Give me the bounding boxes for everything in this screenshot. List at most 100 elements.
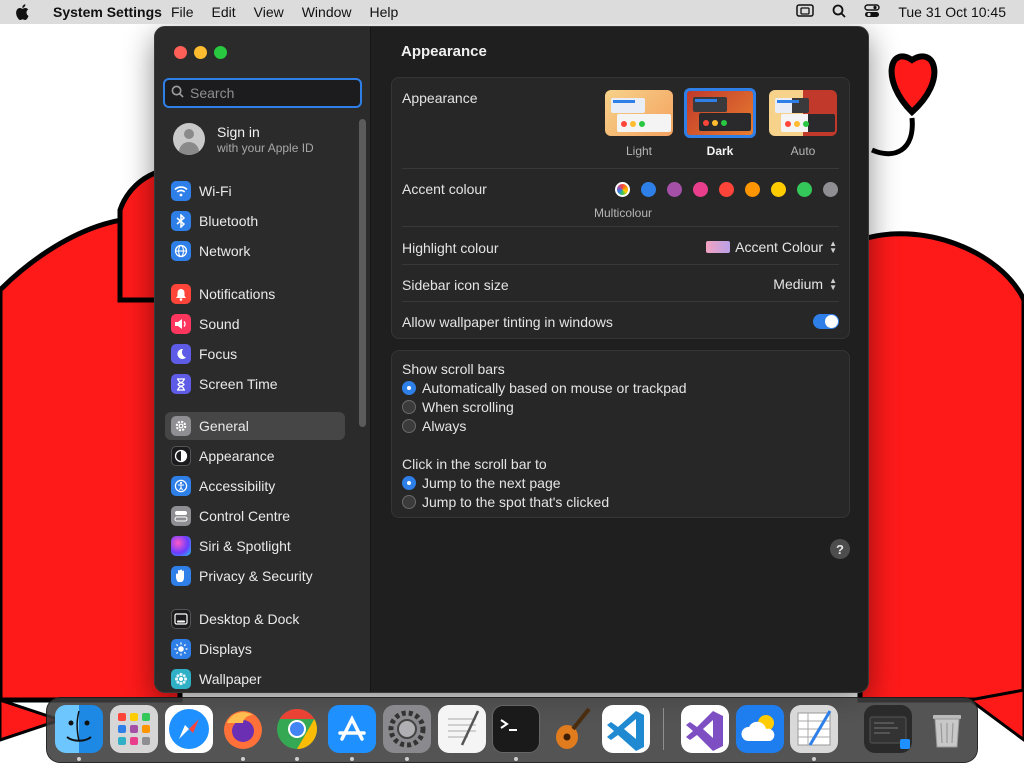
wallpaper-tinting-toggle[interactable] [813,314,839,329]
appearance-icon [171,446,191,466]
menu-app-name[interactable]: System Settings [44,4,162,20]
menu-file[interactable]: File [162,4,203,20]
settings-pane: Appearance Appearance Light Dark Auto Ac… [371,27,868,692]
spotlight-search-icon[interactable] [832,4,846,21]
appearance-settings-group: Appearance Light Dark Auto Accent colour… [391,77,850,339]
sidebar-item-screen-time[interactable]: Screen Time [165,370,345,398]
accent-purple-swatch[interactable] [667,182,682,197]
sidebar-icon-size-popup[interactable]: Medium ▲ ▼ [773,276,837,292]
hourglass-icon [171,374,191,394]
trash-icon[interactable] [923,705,971,753]
sidebar-item-network[interactable]: Network [165,237,345,265]
scroll-auto-radio[interactable]: Automatically based on mouse or trackpad [402,380,687,396]
apple-menu-icon[interactable] [0,4,44,20]
scroll-when-scrolling-radio[interactable]: When scrolling [402,399,514,415]
sidebar-item-label: Privacy & Security [199,568,313,584]
jump-to-spot-radio[interactable]: Jump to the spot that's clicked [402,494,609,510]
bluetooth-icon [171,211,191,231]
sidebar-item-desktop-dock[interactable]: Desktop & Dock [165,605,345,633]
accent-red-swatch[interactable] [719,182,734,197]
accent-pink-swatch[interactable] [693,182,708,197]
multicolour-caption: Multicolour [593,206,653,220]
sidebar-item-appearance[interactable]: Appearance [165,442,345,470]
sidebar-item-accessibility[interactable]: Accessibility [165,472,345,500]
page-title: Appearance [401,43,487,60]
bell-icon [171,284,191,304]
safari-icon[interactable] [165,705,213,753]
sidebar-item-bluetooth[interactable]: Bluetooth [165,207,345,235]
appearance-auto-label: Auto [790,144,816,158]
accent-graphite-swatch[interactable] [823,182,838,197]
sidebar-item-control-centre[interactable]: Control Centre [165,502,345,530]
sidebar-item-label: Bluetooth [199,213,259,229]
sidebar-item-label: Siri & Spotlight [199,538,291,554]
apple-id-signin[interactable]: Sign in with your Apple ID [173,123,314,155]
finder-icon[interactable] [55,705,103,753]
accent-colour-label: Accent colour [402,181,487,197]
icloud-icon[interactable] [736,705,784,753]
appearance-label: Appearance [402,90,478,106]
sidebar-item-general[interactable]: General [165,412,345,440]
app-store-running-indicator [350,757,354,761]
menubar-clock[interactable]: Tue 31 Oct 10:45 [898,4,1006,20]
zoom-window-button[interactable] [214,46,227,59]
sidebar-item-wifi[interactable]: Wi-Fi [165,177,345,205]
terminal-icon[interactable] [492,705,540,753]
menu-edit[interactable]: Edit [203,4,245,20]
app-store-icon[interactable] [328,705,376,753]
visual-studio-icon[interactable] [681,705,729,753]
downloads-icon[interactable] [864,705,912,753]
garageband-icon[interactable] [547,705,595,753]
script-editor-icon[interactable] [790,705,838,753]
chrome-icon[interactable] [273,705,321,753]
sidebar-item-label: Notifications [199,286,276,302]
launchpad-icon[interactable] [110,705,158,753]
terminal-running-indicator [514,757,518,761]
vscode-icon[interactable] [602,705,650,753]
sidebar-item-label: Displays [199,641,252,657]
sidebar-scrollbar[interactable] [359,119,366,427]
jump-next-page-radio[interactable]: Jump to the next page [402,475,561,491]
dock-icon [171,609,191,629]
script-editor-running-indicator [812,757,816,761]
accent-blue-swatch[interactable] [641,182,656,197]
minimize-window-button[interactable] [194,46,207,59]
search-placeholder: Search [190,85,235,101]
sidebar-item-label: Screen Time [199,376,278,392]
system-settings-icon[interactable] [383,705,431,753]
sidebar-item-privacy-security[interactable]: Privacy & Security [165,562,345,590]
sidebar-item-focus[interactable]: Focus [165,340,345,368]
sidebar: Search Sign in with your Apple ID Wi-Fi … [155,27,371,692]
sidebar-item-wallpaper[interactable]: Wallpaper [165,665,345,692]
textedit-icon[interactable] [438,705,486,753]
close-window-button[interactable] [174,46,187,59]
chrome-running-indicator [295,757,299,761]
sidebar-item-displays[interactable]: Displays [165,635,345,663]
control-centre-icon[interactable] [864,3,881,21]
sidebar-item-label: Wallpaper [199,671,262,687]
accent-orange-swatch[interactable] [745,182,760,197]
accent-green-swatch[interactable] [797,182,812,197]
sidebar-item-label: Sound [199,316,240,332]
screen-mirroring-icon[interactable] [796,3,815,21]
click-scroll-bar-label: Click in the scroll bar to [402,456,547,472]
appearance-dark-option[interactable] [684,88,756,138]
highlight-colour-popup[interactable]: Accent Colour ▲ ▼ [706,239,837,255]
search-input[interactable]: Search [163,78,362,108]
menu-view[interactable]: View [245,4,293,20]
menu-help[interactable]: Help [361,4,408,20]
help-button[interactable]: ? [830,539,850,559]
sidebar-item-notifications[interactable]: Notifications [165,280,345,308]
appearance-auto-option[interactable] [769,90,837,136]
firefox-icon[interactable] [219,705,267,753]
scroll-always-radio[interactable]: Always [402,418,466,434]
speaker-icon [171,314,191,334]
accent-yellow-swatch[interactable] [771,182,786,197]
appearance-light-option[interactable] [605,90,673,136]
accent-multicolour-swatch[interactable] [615,182,630,197]
chevron-updown-icon: ▲ ▼ [829,239,837,255]
sidebar-item-sound[interactable]: Sound [165,310,345,338]
sidebar-item-siri-spotlight[interactable]: Siri & Spotlight [165,532,345,560]
moon-icon [171,344,191,364]
menu-window[interactable]: Window [293,4,361,20]
